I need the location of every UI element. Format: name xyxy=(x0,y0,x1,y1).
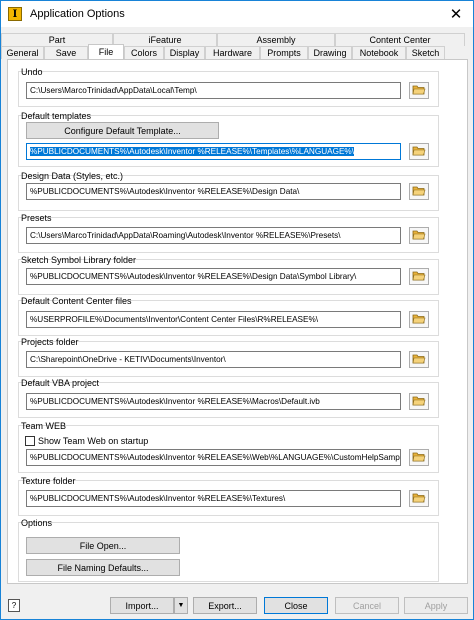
projects-browse-button[interactable] xyxy=(409,351,429,368)
design-data-path-field[interactable]: %PUBLICDOCUMENTS%\Autodesk\Inventor %REL… xyxy=(26,183,401,200)
folder-browse-icon xyxy=(412,84,426,97)
tab-ifeature[interactable]: iFeature xyxy=(113,33,217,46)
presets-browse-button[interactable] xyxy=(409,227,429,244)
team-web-label: Team WEB xyxy=(21,421,67,431)
tab-sketch[interactable]: Sketch xyxy=(406,46,445,59)
close-window-icon[interactable]: ✕ xyxy=(445,4,467,24)
folder-browse-icon xyxy=(412,145,426,158)
vba-browse-button[interactable] xyxy=(409,393,429,410)
folder-browse-icon xyxy=(412,353,426,366)
help-icon[interactable]: ? xyxy=(8,599,20,612)
folder-browse-icon xyxy=(412,451,426,464)
tab-notebook[interactable]: Notebook xyxy=(352,46,406,59)
tab-assembly[interactable]: Assembly xyxy=(217,33,335,46)
folder-browse-icon xyxy=(412,492,426,505)
tab-general[interactable]: General xyxy=(1,46,44,59)
tab-prompts[interactable]: Prompts xyxy=(260,46,308,59)
folder-browse-icon xyxy=(412,395,426,408)
file-naming-defaults-button[interactable]: File Naming Defaults... xyxy=(26,559,180,576)
team-web-path-field[interactable]: %PUBLICDOCUMENTS%\Autodesk\Inventor %REL… xyxy=(26,449,401,466)
apply-button[interactable]: Apply xyxy=(404,597,468,614)
tab-hardware[interactable]: Hardware xyxy=(205,46,260,59)
tab-content-center[interactable]: Content Center xyxy=(335,33,465,46)
tab-row-1: Part iFeature Assembly Content Center xyxy=(1,33,465,46)
file-open-button[interactable]: File Open... xyxy=(26,537,180,554)
export-button[interactable]: Export... xyxy=(193,597,257,614)
import-dropdown-icon[interactable]: ▼ xyxy=(174,597,188,614)
tab-drawing[interactable]: Drawing xyxy=(308,46,352,59)
window-title: Application Options xyxy=(30,8,125,20)
undo-path-field[interactable]: C:\Users\MarcoTrinidad\AppData\Local\Tem… xyxy=(26,82,401,99)
design-data-label: Design Data (Styles, etc.) xyxy=(21,171,124,181)
default-templates-path-field[interactable]: %PUBLICDOCUMENTS%\Autodesk\Inventor %REL… xyxy=(26,143,401,160)
configure-default-template-button[interactable]: Configure Default Template... xyxy=(26,122,219,139)
projects-label: Projects folder xyxy=(21,337,79,347)
cancel-button[interactable]: Cancel xyxy=(335,597,399,614)
undo-label: Undo xyxy=(21,67,43,77)
folder-browse-icon xyxy=(412,185,426,198)
undo-browse-button[interactable] xyxy=(409,82,429,99)
sketch-symbol-browse-button[interactable] xyxy=(409,268,429,285)
folder-browse-icon xyxy=(412,270,426,283)
texture-path-field[interactable]: %PUBLICDOCUMENTS%\Autodesk\Inventor %REL… xyxy=(26,490,401,507)
inventor-app-icon: I xyxy=(8,7,22,21)
show-team-web-checkbox[interactable] xyxy=(25,436,35,446)
tab-file[interactable]: File xyxy=(88,44,124,59)
sketch-symbol-path-field[interactable]: %PUBLICDOCUMENTS%\Autodesk\Inventor %REL… xyxy=(26,268,401,285)
sketch-symbol-label: Sketch Symbol Library folder xyxy=(21,255,137,265)
options-label: Options xyxy=(21,518,53,528)
projects-path-field[interactable]: C:\Sharepoint\OneDrive - KETIV\Documents… xyxy=(26,351,401,368)
design-data-browse-button[interactable] xyxy=(409,183,429,200)
title-bar: I Application Options ✕ xyxy=(1,1,473,27)
tab-row-2: General Save File Colors Display Hardwar… xyxy=(1,44,445,59)
presets-label: Presets xyxy=(21,213,52,223)
application-options-window: I Application Options ✕ Part iFeature As… xyxy=(0,0,474,620)
default-templates-label: Default templates xyxy=(21,111,92,121)
folder-browse-icon xyxy=(412,313,426,326)
tab-save[interactable]: Save xyxy=(44,46,88,59)
team-web-browse-button[interactable] xyxy=(409,449,429,466)
tab-display[interactable]: Display xyxy=(164,46,205,59)
content-center-browse-button[interactable] xyxy=(409,311,429,328)
vba-path-field[interactable]: %PUBLICDOCUMENTS%\Autodesk\Inventor %REL… xyxy=(26,393,401,410)
default-templates-browse-button[interactable] xyxy=(409,143,429,160)
import-button[interactable]: Import... xyxy=(110,597,174,614)
vba-label: Default VBA project xyxy=(21,378,100,388)
show-team-web-label[interactable]: Show Team Web on startup xyxy=(38,436,148,446)
texture-browse-button[interactable] xyxy=(409,490,429,507)
default-templates-path-text: %PUBLICDOCUMENTS%\Autodesk\Inventor %REL… xyxy=(30,147,354,156)
texture-label: Texture folder xyxy=(21,476,76,486)
folder-browse-icon xyxy=(412,229,426,242)
tab-colors[interactable]: Colors xyxy=(124,46,164,59)
close-button[interactable]: Close xyxy=(264,597,328,614)
content-center-path-field[interactable]: %USERPROFILE%\Documents\Inventor\Content… xyxy=(26,311,401,328)
presets-path-field[interactable]: C:\Users\MarcoTrinidad\AppData\Roaming\A… xyxy=(26,227,401,244)
content-center-label: Default Content Center files xyxy=(21,296,132,306)
